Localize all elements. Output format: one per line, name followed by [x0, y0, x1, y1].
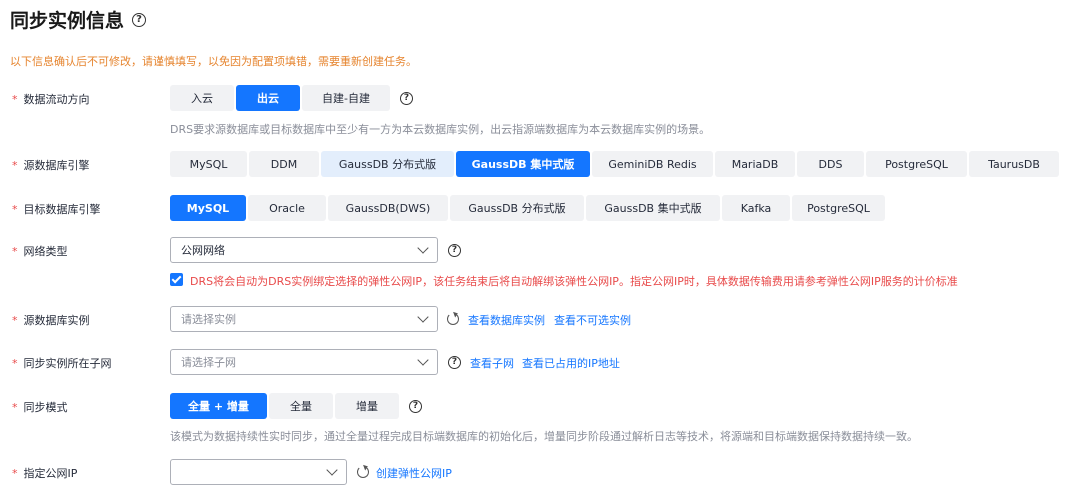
page-title-text: 同步实例信息 — [10, 10, 125, 32]
source-instance-placeholder: 请选择实例 — [181, 313, 236, 326]
target-engine-gaussdb-centralized[interactable]: GaussDB 集中式版 — [586, 195, 720, 221]
target-engine-postgresql[interactable]: PostgreSQL — [792, 195, 885, 221]
required-mark: * — [12, 92, 18, 106]
required-mark: * — [12, 202, 18, 216]
source-engine-gaussdb-distributed[interactable]: GaussDB 分布式版 — [321, 151, 454, 177]
help-icon[interactable]: ? — [409, 400, 422, 413]
source-instance-label: * 源数据库实例 — [12, 312, 90, 328]
source-engine-mysql[interactable]: MySQL — [170, 151, 247, 177]
source-instance-label-text: 源数据库实例 — [23, 314, 90, 327]
refresh-icon[interactable] — [447, 313, 459, 325]
view-unselectable-instances-link[interactable]: 查看不可选实例 — [554, 312, 631, 328]
target-engine-segment: MySQL Oracle GaussDB(DWS) GaussDB 分布式版 G… — [170, 195, 885, 221]
eip-bind-text: DRS将会自动为DRS实例绑定选择的弹性公网IP，该任务结束后将自动解绑该弹性公… — [190, 275, 958, 288]
view-subnet-link[interactable]: 查看子网 — [470, 355, 514, 371]
sync-mode-hint: 该模式为数据持续性实时同步，通过全量过程完成目标端数据库的初始化后，增量同步阶段… — [170, 430, 918, 443]
refresh-icon[interactable] — [357, 466, 369, 478]
source-engine-geminidb-redis[interactable]: GeminiDB Redis — [592, 151, 713, 177]
subnet-select[interactable]: 请选择子网 — [170, 349, 438, 375]
sync-mode-full-incremental[interactable]: 全量 + 增量 — [170, 393, 267, 419]
source-engine-postgresql[interactable]: PostgreSQL — [866, 151, 967, 177]
network-select-value: 公网网络 — [181, 244, 225, 257]
help-icon[interactable]: ? — [400, 92, 413, 105]
source-instance-select[interactable]: 请选择实例 — [170, 306, 438, 332]
required-mark: * — [12, 244, 18, 258]
flow-label-text: 数据流动方向 — [23, 93, 90, 106]
subnet-placeholder: 请选择子网 — [181, 356, 236, 369]
public-ip-label-text: 指定公网IP — [23, 467, 78, 480]
public-ip-label: * 指定公网IP — [12, 465, 77, 481]
source-engine-label: * 源数据库引擎 — [12, 157, 90, 173]
notice-text: 以下信息确认后不可修改，请谨慎填写，以免因为配置项填错，需要重新创建任务。 — [10, 55, 417, 68]
network-label: * 网络类型 — [12, 243, 68, 259]
target-engine-mysql[interactable]: MySQL — [170, 195, 246, 221]
create-eip-link[interactable]: 创建弹性公网IP — [376, 465, 452, 481]
target-engine-gaussdb-distributed[interactable]: GaussDB 分布式版 — [450, 195, 584, 221]
chevron-down-icon — [417, 242, 429, 254]
flow-option-self[interactable]: 自建-自建 — [302, 85, 390, 111]
source-engine-taurusdb[interactable]: TaurusDB — [969, 151, 1059, 177]
public-ip-select[interactable] — [170, 459, 347, 485]
flow-option-out[interactable]: 出云 — [236, 85, 300, 111]
required-mark: * — [12, 356, 18, 370]
required-mark: * — [12, 313, 18, 327]
view-db-instances-link[interactable]: 查看数据库实例 — [468, 312, 545, 328]
flow-label: * 数据流动方向 — [12, 91, 90, 107]
flow-segment: 入云 出云 自建-自建 — [170, 85, 390, 111]
source-engine-label-text: 源数据库引擎 — [23, 159, 90, 172]
subnet-label-text: 同步实例所在子网 — [23, 357, 112, 370]
source-engine-dds[interactable]: DDS — [797, 151, 864, 177]
sync-mode-label-text: 同步模式 — [23, 401, 68, 414]
network-select[interactable]: 公网网络 — [170, 237, 438, 263]
target-engine-oracle[interactable]: Oracle — [248, 195, 326, 221]
chevron-down-icon — [417, 311, 429, 323]
sync-mode-incremental[interactable]: 增量 — [335, 393, 399, 419]
flow-hint: DRS要求源数据库或目标数据库中至少有一方为本云数据库实例，出云指源端数据库为本… — [170, 123, 711, 136]
required-mark: * — [12, 400, 18, 414]
help-icon[interactable]: ? — [448, 356, 461, 369]
source-engine-gaussdb-centralized[interactable]: GaussDB 集中式版 — [456, 151, 590, 177]
help-icon[interactable]: ? — [132, 12, 147, 27]
required-mark: * — [12, 466, 18, 480]
source-engine-mariadb[interactable]: MariaDB — [715, 151, 795, 177]
source-engine-ddm[interactable]: DDM — [249, 151, 319, 177]
subnet-label: * 同步实例所在子网 — [12, 355, 112, 371]
sync-mode-label: * 同步模式 — [12, 399, 68, 415]
target-engine-label: * 目标数据库引擎 — [12, 201, 101, 217]
chevron-down-icon — [326, 464, 338, 476]
help-icon[interactable]: ? — [448, 244, 461, 257]
source-engine-segment: MySQL DDM GaussDB 分布式版 GaussDB 集中式版 Gemi… — [170, 151, 1059, 177]
target-engine-gaussdb-dws[interactable]: GaussDB(DWS) — [328, 195, 448, 221]
target-engine-label-text: 目标数据库引擎 — [23, 203, 101, 216]
eip-bind-checkbox[interactable] — [170, 273, 183, 286]
sync-mode-full[interactable]: 全量 — [269, 393, 333, 419]
target-engine-kafka[interactable]: Kafka — [722, 195, 790, 221]
network-label-text: 网络类型 — [23, 245, 68, 258]
required-mark: * — [12, 158, 18, 172]
chevron-down-icon — [417, 354, 429, 366]
page-title: 同步实例信息 ? — [10, 6, 147, 33]
sync-mode-segment: 全量 + 增量 全量 增量 — [170, 393, 399, 419]
view-used-ip-link[interactable]: 查看已占用的IP地址 — [522, 355, 620, 371]
flow-option-in[interactable]: 入云 — [170, 85, 234, 111]
